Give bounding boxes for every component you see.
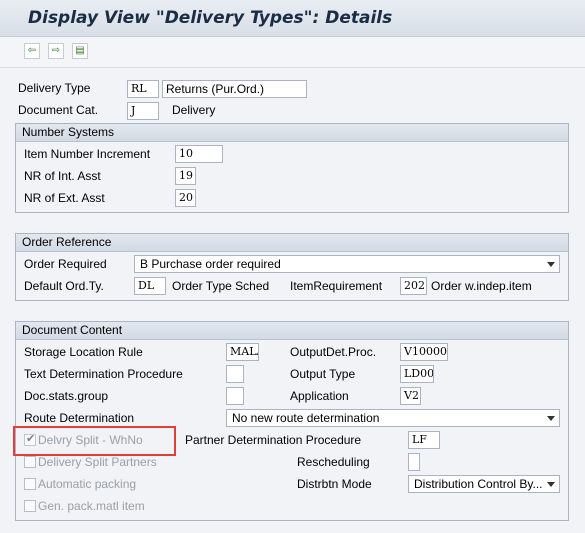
outputdet-proc-label: OutputDet.Proc. <box>290 345 377 359</box>
chevron-down-icon[interactable] <box>547 482 555 487</box>
delivery-split-partners-label: Delivery Split Partners <box>38 455 157 469</box>
application-field[interactable]: V2 <box>400 387 421 405</box>
nr-int-asst-field[interactable]: 19 <box>175 167 196 185</box>
delivery-type-description: Returns (Pur.Ord.) <box>162 80 307 98</box>
page-title: Display View "Delivery Types": Details <box>28 8 393 28</box>
order-required-label: Order Required <box>24 257 107 271</box>
default-ord-ty-label: Default Ord.Ty. <box>24 279 104 293</box>
route-determination-dropdown[interactable]: No new route determination <box>226 409 560 427</box>
order-type-sched-label: Order Type Sched <box>172 279 270 293</box>
storage-location-rule-field[interactable]: MALA <box>226 343 259 361</box>
gen-pack-matl-item-checkbox[interactable] <box>24 500 36 512</box>
item-number-increment-label: Item Number Increment <box>24 147 151 161</box>
doc-stats-group-label: Doc.stats.group <box>24 389 109 403</box>
item-requirement-field[interactable]: 202 <box>400 277 427 295</box>
route-determination-label: Route Determination <box>24 411 135 425</box>
previous-entry-icon[interactable]: ⇦ <box>24 43 40 59</box>
delivery-split-partners-checkbox[interactable] <box>24 456 36 468</box>
next-entry-icon[interactable]: ⇨ <box>48 43 64 59</box>
number-systems-title: Number Systems <box>16 124 568 142</box>
application-label: Application <box>290 389 349 403</box>
chevron-down-icon[interactable] <box>547 262 555 267</box>
delivery-type-label: Delivery Type <box>18 81 91 95</box>
text-determination-label: Text Determination Procedure <box>24 367 183 381</box>
text-determination-field[interactable] <box>226 365 244 383</box>
gen-pack-matl-item-label: Gen. pack.matl item <box>38 499 145 513</box>
delivery-type-field[interactable]: RL <box>127 80 159 98</box>
partner-determination-label: Partner Determination Procedure <box>185 433 362 447</box>
item-requirement-label: ItemRequirement <box>290 279 383 293</box>
output-type-field[interactable]: LD00 <box>400 365 434 383</box>
rescheduling-label: Rescheduling <box>297 455 370 469</box>
doc-stats-group-field[interactable] <box>226 387 244 405</box>
automatic-packing-label: Automatic packing <box>38 477 137 491</box>
partner-determination-field[interactable]: LF <box>408 431 440 449</box>
document-cat-label: Document Cat. <box>18 103 99 117</box>
chevron-down-icon[interactable] <box>547 416 555 421</box>
order-required-dropdown[interactable]: B Purchase order required <box>134 255 560 273</box>
distrbtn-mode-dropdown[interactable]: Distribution Control By... <box>408 475 560 493</box>
output-type-label: Output Type <box>290 367 356 381</box>
order-reference-title: Order Reference <box>16 234 568 252</box>
default-ord-ty-field[interactable]: DL <box>134 277 166 295</box>
document-cat-field[interactable]: J <box>127 102 159 120</box>
distrbtn-mode-value: Distribution Control By... <box>414 477 543 491</box>
outputdet-proc-field[interactable]: V10000 <box>400 343 448 361</box>
title-bar: Display View "Delivery Types": Details <box>0 0 585 37</box>
rescheduling-field[interactable] <box>408 453 420 471</box>
highlight-box <box>13 426 176 456</box>
item-number-increment-field[interactable]: 10 <box>175 145 223 163</box>
other-entry-icon[interactable]: ▤ <box>72 43 88 59</box>
automatic-packing-checkbox[interactable] <box>24 478 36 490</box>
distrbtn-mode-label: Distrbtn Mode <box>297 477 372 491</box>
nr-ext-asst-label: NR of Ext. Asst <box>24 191 105 205</box>
nr-int-asst-label: NR of Int. Asst <box>24 169 101 183</box>
document-content-title: Document Content <box>16 322 568 340</box>
document-cat-description: Delivery <box>172 103 216 117</box>
storage-location-rule-label: Storage Location Rule <box>24 345 143 359</box>
route-determination-value: No new route determination <box>232 411 380 425</box>
item-requirement-description: Order w.indep.item <box>431 279 532 293</box>
nr-ext-asst-field[interactable]: 20 <box>175 189 196 207</box>
toolbar: ⇦ ⇨ ▤ <box>0 37 585 68</box>
order-required-value: B Purchase order required <box>140 257 281 271</box>
